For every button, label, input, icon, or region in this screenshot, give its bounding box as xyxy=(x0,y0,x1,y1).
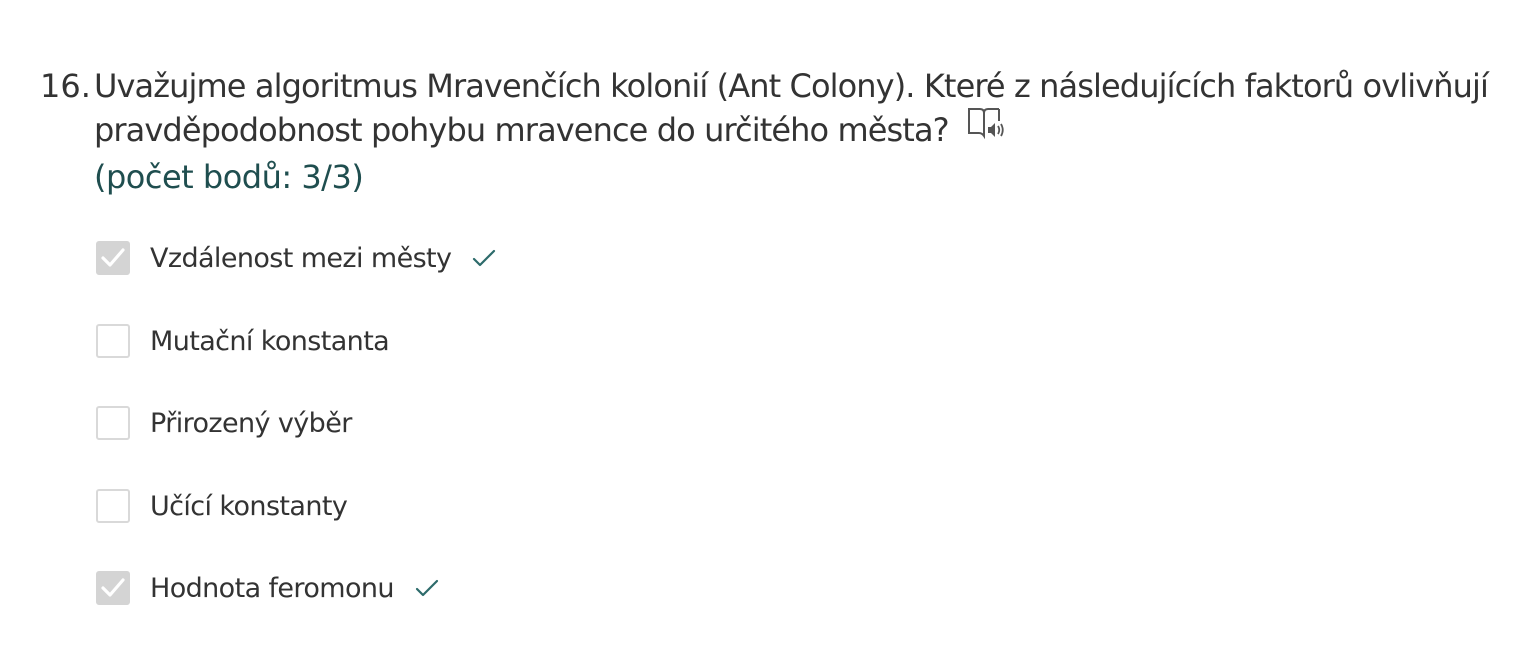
option-label: Vzdálenost mezi městy xyxy=(150,242,452,274)
question-score: (počet bodů: 3/3) xyxy=(94,157,364,196)
option-checkbox-checked[interactable] xyxy=(96,241,130,275)
question-number: 16. xyxy=(40,67,91,105)
question-block: 16. Uvažujme algoritmus Mravenčích kolon… xyxy=(40,64,1500,199)
question-body: Uvažujme algoritmus Mravenčích kolonií (… xyxy=(94,64,1500,199)
question-text: Uvažujme algoritmus Mravenčích kolonií (… xyxy=(94,67,1489,149)
option-prirozeny-vyber[interactable]: Přirozený výběr xyxy=(96,405,352,441)
option-label: Hodnota feromonu xyxy=(150,572,395,604)
option-mutacni-konstanta[interactable]: Mutační konstanta xyxy=(96,323,390,359)
option-label: Učící konstanty xyxy=(150,490,348,522)
option-label: Mutační konstanta xyxy=(150,325,390,357)
option-checkbox[interactable] xyxy=(96,489,130,523)
correct-check-icon xyxy=(414,577,440,599)
option-label: Přirozený výběr xyxy=(150,407,352,439)
option-hodnota-feromonu[interactable]: Hodnota feromonu xyxy=(96,570,440,606)
option-checkbox[interactable] xyxy=(96,324,130,358)
read-aloud-book-icon[interactable] xyxy=(967,106,1005,151)
question-text-line: Uvažujme algoritmus Mravenčích kolonií (… xyxy=(94,64,1500,155)
correct-check-icon xyxy=(471,247,497,269)
option-checkbox[interactable] xyxy=(96,406,130,440)
option-checkbox-checked[interactable] xyxy=(96,571,130,605)
option-ucici-konstanty[interactable]: Učící konstanty xyxy=(96,488,348,524)
option-vzdalenost-mezi-mesty[interactable]: Vzdálenost mezi městy xyxy=(96,240,497,276)
